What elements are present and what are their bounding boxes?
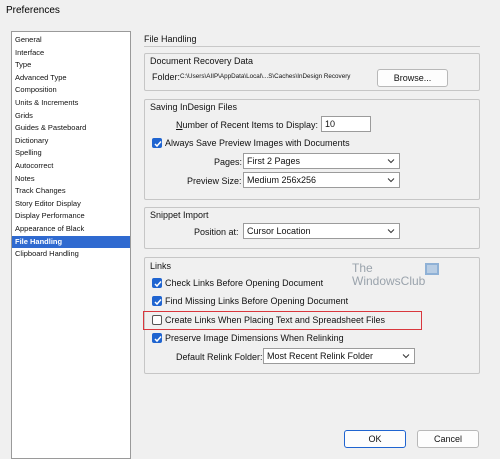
recent-items-input[interactable]: 10	[321, 116, 371, 132]
relink-folder-select[interactable]: Most Recent Relink Folder	[263, 348, 415, 364]
sidebar-item-story-editor-display[interactable]: Story Editor Display	[12, 198, 130, 211]
preserve-dimensions-checkbox[interactable]	[152, 333, 162, 343]
relink-folder-label: Default Relink Folder:	[176, 352, 263, 362]
recent-items-label: Number of Recent Items to Display:	[176, 120, 319, 130]
preview-size-select[interactable]: Medium 256x256	[243, 172, 400, 188]
check-links-checkbox[interactable]	[152, 278, 162, 288]
always-save-checkbox[interactable]	[152, 138, 162, 148]
position-select-value: Cursor Location	[247, 226, 311, 236]
folder-path: C:\Users\AIIP\AppData\Local\...S\Caches\…	[180, 73, 351, 80]
pages-label: Pages:	[214, 157, 243, 167]
sidebar-item-advanced-type[interactable]: Advanced Type	[12, 72, 130, 85]
sidebar-item-guides-pasteboard[interactable]: Guides & Pasteboard	[12, 122, 130, 135]
sidebar-item-clipboard-handling[interactable]: Clipboard Handling	[12, 248, 130, 261]
sidebar-item-spelling[interactable]: Spelling	[12, 147, 130, 160]
highlight-box	[143, 311, 422, 330]
check-links-label: Check Links Before Opening Document	[165, 278, 324, 288]
sidebar-item-composition[interactable]: Composition	[12, 84, 130, 97]
sidebar-item-track-changes[interactable]: Track Changes	[12, 185, 130, 198]
ok-button[interactable]: OK	[344, 430, 406, 448]
browse-button[interactable]: Browse...	[377, 69, 448, 87]
preview-size-label: Preview Size:	[187, 176, 242, 186]
recovery-group-label: Document Recovery Data	[150, 56, 256, 66]
preview-size-select-value: Medium 256x256	[247, 175, 317, 185]
pages-select-value: First 2 Pages	[247, 156, 301, 166]
cancel-button[interactable]: Cancel	[417, 430, 479, 448]
sidebar-item-display-performance[interactable]: Display Performance	[12, 210, 130, 223]
watermark-line2: WindowsClub	[352, 274, 426, 288]
sidebar-item-units-increments[interactable]: Units & Increments	[12, 97, 130, 110]
panel-title: File Handling	[144, 34, 197, 44]
chevron-down-icon	[387, 178, 395, 183]
always-save-label: Always Save Preview Images with Document…	[165, 138, 350, 148]
sidebar-item-autocorrect[interactable]: Autocorrect	[12, 160, 130, 173]
sidebar-item-file-handling[interactable]: File Handling	[12, 235, 130, 249]
sidebar-item-dictionary[interactable]: Dictionary	[12, 135, 130, 148]
chevron-down-icon	[402, 354, 410, 359]
title-bar: Preferences	[0, 0, 500, 22]
category-list[interactable]: General Interface Type Advanced Type Composi…	[11, 31, 131, 459]
chevron-down-icon	[387, 229, 395, 234]
window-title: Preferences	[6, 5, 60, 16]
sidebar-item-grids[interactable]: Grids	[12, 110, 130, 123]
sidebar-item-notes[interactable]: Notes	[12, 173, 130, 186]
check-icon	[154, 141, 162, 148]
position-at-label: Position at:	[194, 227, 239, 237]
pages-select[interactable]: First 2 Pages	[243, 153, 400, 169]
links-group-label: Links	[150, 261, 174, 271]
watermark-logo-icon	[425, 263, 439, 275]
preserve-dimensions-label: Preserve Image Dimensions When Relinking	[165, 333, 344, 343]
position-select[interactable]: Cursor Location	[243, 223, 400, 239]
chevron-down-icon	[387, 159, 395, 164]
saving-group-label: Saving InDesign Files	[150, 102, 240, 112]
snippet-group-label: Snippet Import	[150, 210, 211, 220]
sidebar-item-type[interactable]: Type	[12, 59, 130, 72]
folder-label: Folder:	[152, 72, 181, 82]
sidebar-item-general[interactable]: General	[12, 34, 130, 47]
check-icon	[154, 336, 162, 343]
check-icon	[154, 281, 162, 288]
find-missing-label: Find Missing Links Before Opening Docume…	[165, 296, 349, 306]
sidebar-item-interface[interactable]: Interface	[12, 47, 130, 60]
find-missing-checkbox[interactable]	[152, 296, 162, 306]
panel-divider	[144, 46, 480, 47]
watermark: The WindowsClub	[352, 262, 425, 288]
sidebar-item-appearance-of-black[interactable]: Appearance of Black	[12, 223, 130, 236]
relink-folder-select-value: Most Recent Relink Folder	[267, 351, 374, 361]
check-icon	[154, 299, 162, 306]
